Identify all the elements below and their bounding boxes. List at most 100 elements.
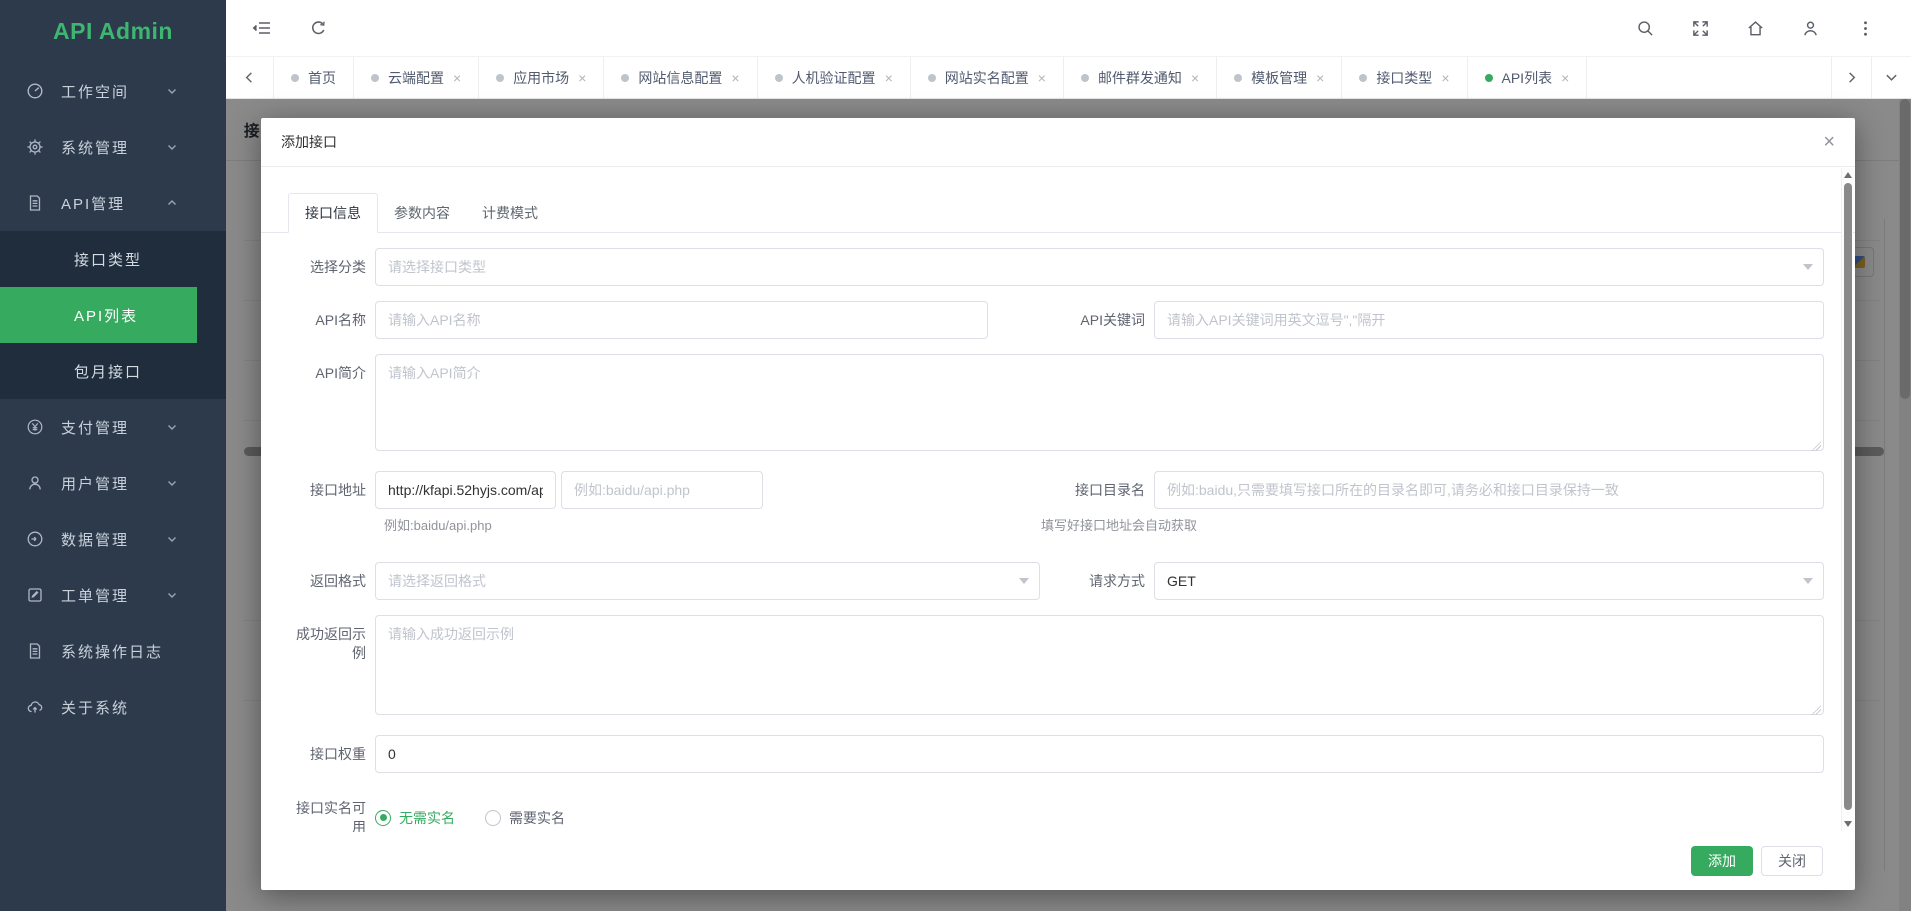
weight-input[interactable]: [375, 735, 1824, 773]
request-method-select-input[interactable]: [1154, 562, 1824, 600]
tab-home[interactable]: 首页: [274, 57, 354, 98]
api-url-path-input[interactable]: [561, 471, 763, 509]
api-url-prefix-input[interactable]: [375, 471, 556, 509]
api-dir-input[interactable]: [1154, 471, 1824, 509]
tab-site-info-config[interactable]: 网站信息配置×: [604, 57, 757, 98]
radio-dot-icon: [375, 810, 391, 826]
tab-close-icon[interactable]: ×: [731, 71, 739, 85]
modal-scrollbar[interactable]: [1841, 168, 1853, 831]
field-label: 成功返回示例: [288, 615, 366, 720]
chevron-down-icon: [166, 589, 178, 601]
sidebar-subitem-label: 包月接口: [74, 361, 142, 382]
modal-close-icon[interactable]: ×: [1823, 132, 1835, 152]
field-label: 接口权重: [288, 735, 366, 773]
realname-radio-required[interactable]: 需要实名: [485, 808, 565, 828]
resize-grip-icon[interactable]: [1811, 441, 1821, 451]
scroll-down-icon[interactable]: [1843, 819, 1853, 829]
tab-label: 首页: [308, 68, 336, 88]
sidebar-item-label: 支付管理: [61, 417, 129, 438]
refresh-icon[interactable]: [308, 18, 328, 38]
api-dir-helper-text: 填写好接口地址会自动获取: [1041, 515, 1824, 534]
return-format-select[interactable]: [375, 562, 1040, 600]
app-logo: API Admin: [0, 0, 226, 63]
sidebar-subitem-label: API列表: [74, 305, 138, 326]
scroll-up-icon[interactable]: [1843, 170, 1853, 180]
category-select-input[interactable]: [375, 248, 1824, 286]
sidebar-item-system-operation-log[interactable]: 系统操作日志: [0, 623, 196, 679]
tab-template-management[interactable]: 模板管理×: [1217, 57, 1342, 98]
sidebar-subitem-monthly-api[interactable]: 包月接口: [0, 343, 226, 399]
api-name-input[interactable]: [375, 301, 988, 339]
realname-radio-none[interactable]: 无需实名: [375, 808, 455, 828]
success-example-textarea[interactable]: [375, 615, 1824, 715]
tab-close-icon[interactable]: ×: [578, 71, 586, 85]
tab-site-realname-config[interactable]: 网站实名配置×: [911, 57, 1064, 98]
more-icon[interactable]: [1855, 18, 1875, 38]
tab-close-icon[interactable]: ×: [885, 71, 893, 85]
tab-close-icon[interactable]: ×: [1441, 71, 1449, 85]
request-method-select[interactable]: [1154, 562, 1824, 600]
tab-status-dot: [1081, 74, 1089, 82]
search-icon[interactable]: [1635, 18, 1655, 38]
tab-close-icon[interactable]: ×: [1191, 71, 1199, 85]
sidebar-item-label: API管理: [61, 193, 125, 214]
sidebar-item-system-management[interactable]: 系统管理: [0, 119, 196, 175]
sidebar-item-user-management[interactable]: 用户管理: [0, 455, 196, 511]
api-keywords-input[interactable]: [1154, 301, 1824, 339]
sidebar-item-label: 系统操作日志: [61, 641, 163, 662]
field-label: 选择分类: [288, 248, 366, 286]
category-select[interactable]: [375, 248, 1824, 286]
sidebar-subitem-label: 接口类型: [74, 249, 142, 270]
tab-email-broadcast[interactable]: 邮件群发通知×: [1064, 57, 1217, 98]
sidebar-item-ticket-management[interactable]: 工单管理: [0, 567, 196, 623]
sidebar-subitem-api-type[interactable]: 接口类型: [0, 231, 226, 287]
sidebar-item-label: 系统管理: [61, 137, 129, 158]
tab-api-type[interactable]: 接口类型×: [1342, 57, 1467, 98]
home-icon[interactable]: [1745, 18, 1765, 38]
gear-icon: [26, 138, 46, 156]
modal-tab-params[interactable]: 参数内容: [378, 193, 466, 233]
add-button[interactable]: 添加: [1691, 846, 1753, 876]
return-format-select-input[interactable]: [375, 562, 1040, 600]
tabs-menu-chevron-down-icon[interactable]: [1871, 57, 1911, 98]
api-intro-textarea[interactable]: [375, 354, 1824, 451]
field-label: 返回格式: [288, 562, 366, 600]
sidebar-item-api-management[interactable]: API管理: [0, 175, 196, 231]
modal-tab-api-info[interactable]: 接口信息: [288, 193, 378, 233]
tab-close-icon[interactable]: ×: [1316, 71, 1324, 85]
modal-footer: 添加 关闭: [261, 832, 1855, 890]
tab-cloud-config[interactable]: 云端配置×: [354, 57, 479, 98]
tab-api-list[interactable]: API列表×: [1468, 57, 1588, 98]
sidebar-item-payment-management[interactable]: 支付管理: [0, 399, 196, 455]
sidebar-subitem-api-list[interactable]: API列表: [0, 287, 197, 343]
collapse-menu-icon[interactable]: [252, 18, 272, 38]
sidebar-item-workspace[interactable]: 工作空间: [0, 63, 196, 119]
tab-status-dot: [1234, 74, 1242, 82]
dashboard-icon: [26, 82, 46, 100]
modal-title: 添加接口: [281, 132, 337, 152]
modal-header: 添加接口 ×: [261, 118, 1855, 167]
tab-close-icon[interactable]: ×: [1561, 71, 1569, 85]
tab-app-market[interactable]: 应用市场×: [479, 57, 604, 98]
api-url-helper-text: 例如:baidu/api.php: [384, 515, 988, 534]
modal-tab-billing[interactable]: 计费模式: [466, 193, 554, 233]
sidebar-item-label: 数据管理: [61, 529, 129, 550]
modal-tabs: 接口信息 参数内容 计费模式: [288, 193, 1855, 233]
tabs-scroll-right-icon[interactable]: [1831, 57, 1871, 98]
cloud-upload-icon: [26, 698, 46, 716]
tab-captcha-config[interactable]: 人机验证配置×: [758, 57, 911, 98]
fullscreen-icon[interactable]: [1690, 18, 1710, 38]
tab-status-dot: [621, 74, 629, 82]
data-icon: [26, 530, 46, 548]
file-icon: [26, 194, 46, 212]
sidebar-item-about-system[interactable]: 关于系统: [0, 679, 196, 735]
close-button[interactable]: 关闭: [1761, 846, 1823, 876]
tab-status-dot: [291, 74, 299, 82]
sidebar-item-data-management[interactable]: 数据管理: [0, 511, 196, 567]
tab-close-icon[interactable]: ×: [453, 71, 461, 85]
resize-grip-icon[interactable]: [1811, 705, 1821, 715]
user-icon[interactable]: [1800, 18, 1820, 38]
modal-scrollbar-thumb[interactable]: [1844, 183, 1852, 810]
tabs-scroll-left-icon[interactable]: [226, 57, 274, 98]
tab-close-icon[interactable]: ×: [1038, 71, 1046, 85]
